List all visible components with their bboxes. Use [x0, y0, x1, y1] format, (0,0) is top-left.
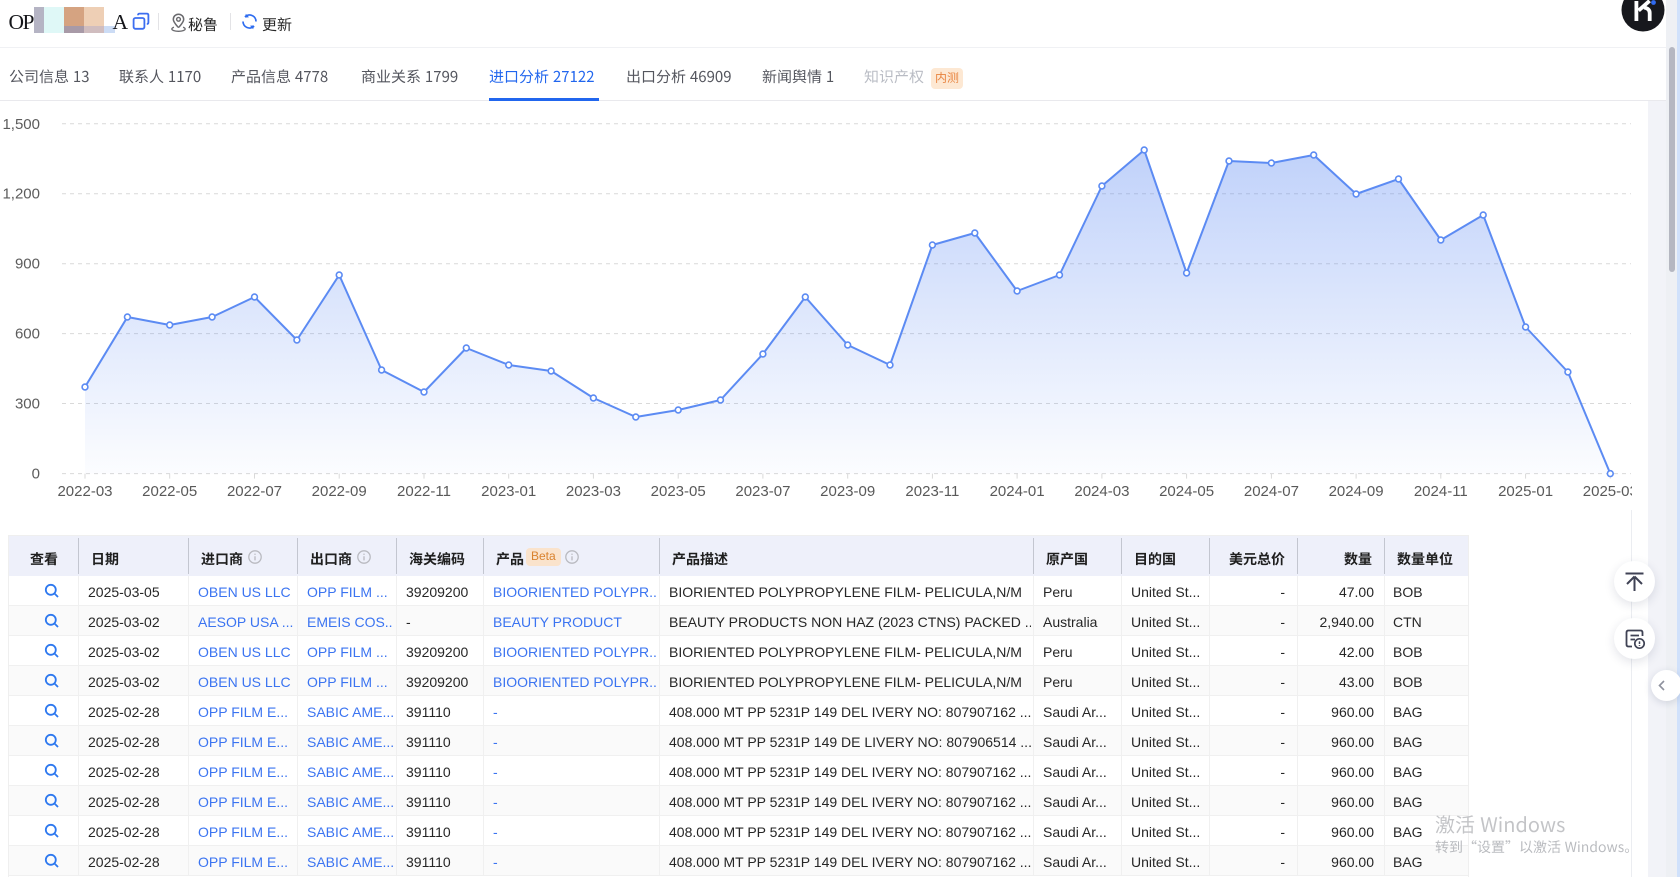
svg-text:2024-03: 2024-03 — [1074, 483, 1129, 500]
svg-text:600: 600 — [15, 326, 40, 343]
svg-text:1,500: 1,500 — [2, 116, 40, 133]
svg-text:2023-07: 2023-07 — [735, 483, 790, 500]
svg-text:2022-05: 2022-05 — [142, 483, 197, 500]
svg-text:2024-07: 2024-07 — [1244, 483, 1299, 500]
svg-text:2024-05: 2024-05 — [1159, 483, 1214, 500]
svg-text:2022-07: 2022-07 — [227, 483, 282, 500]
svg-text:2022-11: 2022-11 — [397, 483, 451, 500]
svg-text:2023-05: 2023-05 — [651, 483, 706, 500]
svg-text:2024-11: 2024-11 — [1414, 483, 1468, 500]
svg-text:2023-11: 2023-11 — [905, 483, 959, 500]
svg-text:2023-03: 2023-03 — [566, 483, 621, 500]
svg-text:2024-09: 2024-09 — [1329, 483, 1384, 500]
svg-text:2024-01: 2024-01 — [990, 483, 1045, 500]
svg-text:0: 0 — [32, 466, 40, 483]
svg-text:2022-03: 2022-03 — [57, 483, 112, 500]
svg-text:2022-09: 2022-09 — [312, 483, 367, 500]
svg-text:300: 300 — [15, 396, 40, 413]
svg-text:1,200: 1,200 — [2, 186, 40, 203]
svg-text:900: 900 — [15, 256, 40, 273]
svg-text:2023-01: 2023-01 — [481, 483, 536, 500]
svg-text:2025-01: 2025-01 — [1498, 483, 1553, 500]
svg-text:2025-03: 2025-03 — [1583, 483, 1632, 500]
svg-text:2023-09: 2023-09 — [820, 483, 875, 500]
